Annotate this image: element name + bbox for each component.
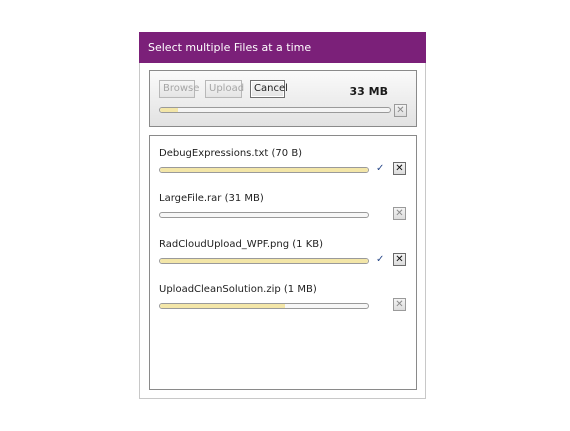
- remove-file-button[interactable]: ✕: [393, 253, 406, 266]
- upload-button[interactable]: Upload: [205, 80, 244, 98]
- file-progress-bar: [159, 303, 369, 309]
- remove-file-button[interactable]: ✕: [393, 207, 406, 220]
- close-icon: ✕: [395, 254, 404, 265]
- remove-all-button[interactable]: ✕: [394, 104, 407, 117]
- file-name: UploadCleanSolution.zip: [159, 284, 281, 295]
- close-icon: ✕: [396, 105, 405, 116]
- file-progress-bar: [159, 212, 369, 218]
- file-item-debugexpressions: DebugExpressions.txt (70 B) ✓ ✕: [159, 148, 414, 188]
- file-item-uploadcleansolution: UploadCleanSolution.zip (1 MB) ✕: [159, 284, 414, 324]
- file-list: DebugExpressions.txt (70 B) ✓ ✕ LargeFil…: [149, 135, 417, 390]
- check-icon: ✓: [376, 254, 385, 265]
- close-icon: ✕: [395, 208, 404, 219]
- window-title: Select multiple Files at a time: [139, 32, 426, 63]
- file-name: DebugExpressions.txt: [159, 148, 269, 159]
- file-size: (1 MB): [283, 284, 317, 295]
- browse-button[interactable]: Browse: [159, 80, 199, 98]
- total-progress-bar: [159, 107, 391, 113]
- file-progress-bar: [159, 258, 369, 264]
- file-size: (31 MB): [224, 193, 264, 204]
- total-progress-fill: [160, 108, 179, 112]
- file-size: (1 KB): [292, 239, 324, 250]
- file-progress-fill: [160, 168, 368, 172]
- file-item-largefile: LargeFile.rar (31 MB) ✕: [159, 193, 414, 233]
- file-name: LargeFile.rar: [159, 193, 222, 204]
- remove-file-button[interactable]: ✕: [393, 162, 406, 175]
- total-size-label: 33 MB: [349, 85, 388, 98]
- remove-file-button[interactable]: ✕: [393, 298, 406, 311]
- file-size: (70 B): [271, 148, 303, 159]
- file-progress-bar: [159, 167, 369, 173]
- close-icon: ✕: [395, 163, 404, 174]
- file-progress-fill: [160, 259, 368, 263]
- close-icon: ✕: [395, 299, 404, 310]
- upload-toolbar: Browse Upload Cancel 33 MB ✕: [149, 70, 417, 127]
- file-progress-fill: [160, 304, 285, 308]
- file-item-radcloudupload: RadCloudUpload_WPF.png (1 KB) ✓ ✕: [159, 239, 414, 279]
- check-icon: ✓: [376, 163, 385, 174]
- upload-window: Select multiple Files at a time Browse U…: [139, 32, 426, 399]
- cancel-button[interactable]: Cancel: [250, 80, 288, 98]
- file-name: RadCloudUpload_WPF.png: [159, 239, 290, 250]
